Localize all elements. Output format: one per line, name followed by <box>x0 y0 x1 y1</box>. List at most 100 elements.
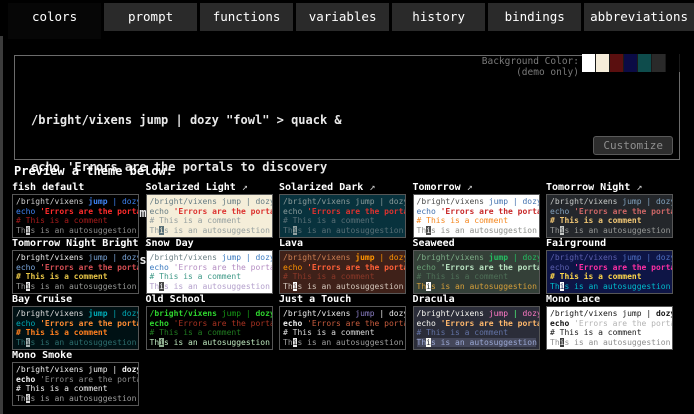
token-command2: dozy <box>389 197 406 206</box>
token-echo: echo <box>417 207 436 216</box>
token-suggestion-prefix: Th <box>417 226 427 235</box>
sample-line-error: echo 'Errors are the portals to discover… <box>150 319 269 329</box>
theme-title: fish default <box>12 182 146 193</box>
theme-preview[interactable]: /bright/vixens jump | dozy "fowl" > quac… <box>413 194 540 238</box>
sample-line-error: echo 'Errors are the portals to discover… <box>150 263 269 273</box>
theme-preview[interactable]: /bright/vixens jump | dozy "fowl" > quac… <box>413 250 540 294</box>
theme-cell: Dracula/bright/vixens jump | dozy "fowl"… <box>413 294 547 350</box>
theme-preview[interactable]: /bright/vixens jump | dozy "fowl" > quac… <box>146 194 273 238</box>
token-suggestion-suffix: s is an autosuggestion <box>564 226 670 235</box>
token-suggestion-prefix: Th <box>283 282 293 291</box>
token-command: jump <box>622 253 641 262</box>
sample-line-error: echo 'Errors are the portals to discover… <box>150 207 269 217</box>
theme-title: Seaweed <box>413 238 547 249</box>
token-error: 'Errors are the portals to discovery <box>569 263 673 272</box>
theme-preview[interactable]: /bright/vixens jump | dozy "fowl" > quac… <box>279 250 406 294</box>
background-swatch-5[interactable] <box>652 54 666 72</box>
theme-cell: Tomorrow Night Bright ↗ /bright/vixens ju… <box>12 238 146 294</box>
customize-button[interactable]: Customize <box>593 136 673 155</box>
token-echo: echo <box>150 319 169 328</box>
sample-line-command: /bright/vixens jump | dozy "fowl" > quac… <box>16 253 135 263</box>
token-path: /bright/vixens <box>550 197 622 206</box>
tab-prompt[interactable]: prompt <box>104 3 197 31</box>
token-command2: dozy <box>122 309 139 318</box>
sample-line-comment: # This is a comment <box>417 328 536 338</box>
sample-line-autosuggestion: This is an autosuggestion <box>550 226 669 236</box>
token-error: 'Errors are the portals to discovery <box>569 319 673 328</box>
theme-title[interactable]: Tomorrow Night Bright ↗ <box>12 238 146 249</box>
sample-line-comment: # This is a comment <box>283 272 402 282</box>
tab-colors[interactable]: colors <box>8 3 101 39</box>
theme-preview[interactable]: /bright/vixens jump | dozy "fowl" > quac… <box>546 194 673 238</box>
theme-title: Mono Lace <box>546 294 680 305</box>
sample-line-error: echo 'Errors are the portals to discover… <box>283 263 402 273</box>
token-suggestion-prefix: Th <box>417 282 427 291</box>
theme-preview[interactable]: /bright/vixens jump | dozy "fowl" > quac… <box>546 250 673 294</box>
token-path: /bright/vixens <box>283 309 355 318</box>
sample-line-command: /bright/vixens jump | dozy "fowl" > quac… <box>150 253 269 263</box>
theme-title: Mono Smoke <box>12 350 146 361</box>
token-suggestion-suffix: s is an autosuggestion <box>297 282 403 291</box>
theme-preview[interactable]: /bright/vixens jump | dozy "fowl" > quac… <box>413 306 540 350</box>
token-suggestion-suffix: s is an autosuggestion <box>30 394 136 403</box>
background-swatch-0[interactable] <box>582 54 596 72</box>
background-swatch-2[interactable] <box>610 54 624 72</box>
tab-bindings[interactable]: bindings <box>488 3 581 31</box>
theme-preview[interactable]: /bright/vixens jump | dozy "fowl" > quac… <box>279 194 406 238</box>
theme-preview[interactable]: /bright/vixens jump | dozy "fowl" > quac… <box>146 306 273 350</box>
token-pipe: | <box>108 309 122 318</box>
token-path: /bright/vixens <box>417 309 489 318</box>
theme-preview[interactable]: /bright/vixens jump | dozy "fowl" > quac… <box>279 306 406 350</box>
token-pipe: | <box>241 309 255 318</box>
tab-variables[interactable]: variables <box>296 3 389 31</box>
external-link-icon[interactable]: ↗ <box>363 182 375 193</box>
token-comment: # This is a comment <box>16 384 108 393</box>
token-path: /bright/vixens <box>417 253 489 262</box>
token-error: 'Errors are the portals to discovery <box>35 319 139 328</box>
theme-title[interactable]: Tomorrow Night ↗ <box>546 182 680 193</box>
theme-title[interactable]: Tomorrow ↗ <box>413 182 547 193</box>
token-suggestion-prefix: Th <box>550 282 560 291</box>
theme-preview[interactable]: /bright/vixens jump | dozy "fowl" > quac… <box>12 362 139 406</box>
token-command2: dozy <box>122 365 139 374</box>
theme-title: Lava <box>279 238 413 249</box>
token-pipe: | <box>241 197 255 206</box>
tab-functions[interactable]: functions <box>200 3 293 31</box>
token-pipe: | <box>642 309 656 318</box>
background-swatch-1[interactable] <box>596 54 610 72</box>
token-pipe: | <box>108 365 122 374</box>
sample-line-comment: # This is a comment <box>417 216 536 226</box>
token-comment: # This is a comment <box>283 328 375 337</box>
theme-preview[interactable]: /bright/vixens jump | dozy "fowl" > quac… <box>546 306 673 350</box>
external-link-icon[interactable]: ↗ <box>461 182 473 193</box>
token-suggestion-suffix: s is an autosuggestion <box>431 282 537 291</box>
token-command2: dozy <box>522 197 539 206</box>
theme-title[interactable]: Solarized Light ↗ <box>146 182 280 193</box>
theme-title: Snow Day <box>146 238 280 249</box>
background-swatch-3[interactable] <box>624 54 638 72</box>
theme-title[interactable]: Solarized Dark ↗ <box>279 182 413 193</box>
background-swatch-4[interactable] <box>638 54 652 72</box>
token-path: /bright/vixens <box>16 365 88 374</box>
theme-preview[interactable]: /bright/vixens jump | dozy "fowl" > quac… <box>12 306 139 350</box>
theme-preview[interactable]: /bright/vixens jump | dozy "fowl" > quac… <box>12 250 139 294</box>
token-comment: # This is a comment <box>283 216 375 225</box>
sample-line-autosuggestion: This is an autosuggestion <box>550 282 669 292</box>
tab-abbreviations[interactable]: abbreviations <box>584 3 694 31</box>
token-comment: # This is a comment <box>16 328 108 337</box>
external-link-icon[interactable]: ↗ <box>630 182 642 193</box>
external-link-icon[interactable]: ↗ <box>236 182 248 193</box>
token-suggestion-suffix: s is an autosuggestion <box>297 338 403 347</box>
token-comment: # This is a comment <box>550 328 642 337</box>
theme-preview[interactable]: /bright/vixens jump | dozy "fowl" > quac… <box>146 250 273 294</box>
theme-preview[interactable]: /bright/vixens jump | dozy "fowl" > quac… <box>12 194 139 238</box>
token-suggestion-prefix: Th <box>16 338 26 347</box>
tab-history[interactable]: history <box>392 3 485 31</box>
token-error: 'Errors are the portals to discovery <box>436 207 540 216</box>
token-echo: echo <box>16 207 35 216</box>
background-color-label: Background Color: <box>482 56 579 67</box>
sample-line-command: /bright/vixens jump | dozy "fowl" > quac… <box>16 309 135 319</box>
token-command: jump <box>88 309 107 318</box>
background-swatch-6[interactable] <box>666 54 680 72</box>
token-command2: dozy <box>656 197 673 206</box>
